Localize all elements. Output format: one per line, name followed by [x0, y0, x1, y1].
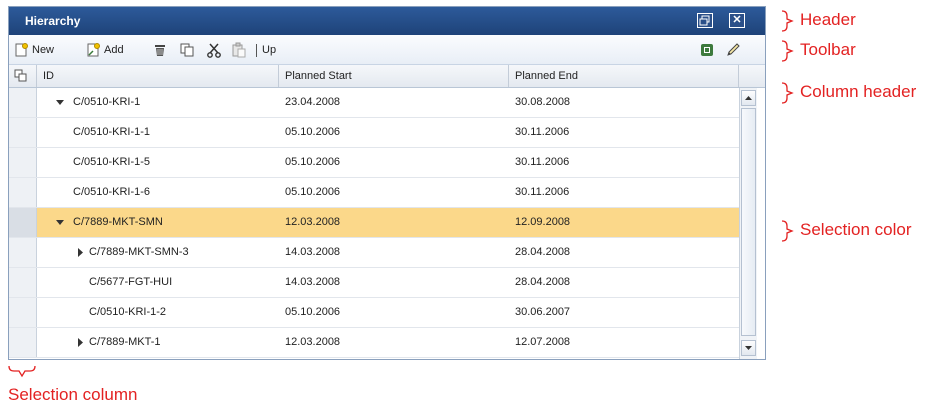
- cell-planned-start: 14.03.2008: [285, 276, 341, 288]
- cell-id: C/7889-MKT-SMN-3: [89, 246, 189, 258]
- cell-planned-end: 30.06.2007: [515, 306, 571, 318]
- cell-id: C/0510-KRI-1-1: [73, 126, 151, 138]
- export-icon: [701, 44, 713, 56]
- annotation-selection-color: Selection color: [800, 220, 912, 239]
- toolbar-brace: [781, 40, 794, 62]
- expand-collapse-icon[interactable]: [55, 208, 65, 237]
- column-settings-icon: [14, 69, 27, 82]
- cell-planned-end: 12.09.2008: [515, 216, 571, 228]
- delete-icon: [155, 45, 165, 56]
- column-header: ID Planned Start Planned End: [9, 65, 765, 88]
- edit-button[interactable]: [725, 42, 744, 58]
- cell-planned-end: 28.04.2008: [515, 276, 571, 288]
- annotation-column-header: Column header: [800, 82, 917, 101]
- window-header: Hierarchy ✕: [9, 7, 765, 35]
- annotation-selection-column: Selection column: [8, 385, 138, 404]
- cell-planned-start: 23.04.2008: [285, 96, 341, 108]
- table-row[interactable]: C/0510-KRI-1-5 05.10.2006 30.11.2006: [9, 148, 739, 178]
- add-button[interactable]: Add: [85, 42, 124, 58]
- select-all-button[interactable]: [9, 65, 37, 87]
- selection-color-brace: [781, 220, 794, 242]
- cell-planned-end: 30.08.2008: [515, 96, 571, 108]
- annotation-toolbar: Toolbar: [800, 40, 856, 59]
- scrollbar-thumb[interactable]: [741, 108, 756, 336]
- delete-button[interactable]: [152, 42, 171, 58]
- new-icon: [15, 43, 28, 57]
- add-icon: [87, 43, 100, 57]
- selection-column-brace: [8, 365, 36, 378]
- row-selector[interactable]: [9, 118, 37, 147]
- cell-planned-start: 05.10.2006: [285, 306, 341, 318]
- annotation-header: Header: [800, 10, 856, 29]
- cell-planned-end: 30.11.2006: [515, 126, 570, 138]
- toolbar-separator: [256, 44, 257, 57]
- paste-icon: [232, 42, 246, 58]
- cell-id: C/0510-KRI-1-6: [73, 186, 151, 198]
- table-row[interactable]: C/7889-MKT-SMN-3 14.03.2008 28.04.2008: [9, 238, 739, 268]
- cell-planned-start: 12.03.2008: [285, 216, 341, 228]
- up-label: Up: [262, 44, 277, 56]
- vertical-scrollbar[interactable]: [739, 88, 757, 359]
- table-body: C/0510-KRI-1 23.04.2008 30.08.2008 C/0510-K…: [9, 88, 739, 359]
- row-selector[interactable]: [9, 88, 37, 117]
- table-row[interactable]: C/0510-KRI-1-6 05.10.2006 30.11.2006: [9, 178, 739, 208]
- hierarchy-table: ID Planned Start Planned End C/0510-KRI-…: [9, 65, 765, 359]
- row-selector[interactable]: [9, 328, 37, 357]
- cell-planned-start: 05.10.2006: [285, 156, 341, 168]
- cell-planned-end: 30.11.2006: [515, 156, 570, 168]
- table-row[interactable]: C/0510-KRI-1-1 05.10.2006 30.11.2006: [9, 118, 739, 148]
- cell-id: C/7889-MKT-SMN: [73, 216, 163, 228]
- edit-icon: [727, 43, 740, 56]
- column-planned-start[interactable]: Planned Start: [279, 65, 509, 87]
- cell-id: C/0510-KRI-1-5: [73, 156, 151, 168]
- export-button[interactable]: [699, 42, 718, 58]
- cell-planned-end: 12.07.2008: [515, 336, 571, 348]
- cut-button[interactable]: [206, 42, 225, 58]
- table-row[interactable]: C/0510-KRI-1-2 05.10.2006 30.06.2007: [9, 298, 739, 328]
- restore-icon[interactable]: [697, 13, 713, 28]
- row-selector[interactable]: [9, 298, 37, 327]
- table-row[interactable]: C/7889-MKT-SMN 12.03.2008 12.09.2008: [9, 208, 739, 238]
- row-selector[interactable]: [9, 238, 37, 267]
- add-label: Add: [104, 44, 124, 56]
- cell-id: C/7889-MKT-1: [89, 336, 161, 348]
- header-brace: [781, 10, 794, 32]
- expand-icon[interactable]: [75, 328, 85, 357]
- table-row[interactable]: C/0510-KRI-1 23.04.2008 30.08.2008: [9, 88, 739, 118]
- column-id[interactable]: ID: [37, 65, 279, 87]
- row-selector[interactable]: [9, 208, 37, 237]
- column-planned-end[interactable]: Planned End: [509, 65, 739, 87]
- table-row[interactable]: C/7889-MKT-1 12.03.2008 12.07.2008: [9, 328, 739, 358]
- window-title: Hierarchy: [25, 14, 81, 28]
- row-selector[interactable]: [9, 268, 37, 297]
- paste-button[interactable]: [231, 42, 250, 58]
- column-header-brace: [781, 82, 794, 104]
- cell-planned-start: 12.03.2008: [285, 336, 341, 348]
- up-button[interactable]: Up: [262, 42, 276, 58]
- cell-planned-start: 14.03.2008: [285, 246, 341, 258]
- expand-icon[interactable]: [75, 238, 85, 267]
- cut-icon: [207, 43, 221, 58]
- cell-id: C/0510-KRI-1: [73, 96, 141, 108]
- expand-collapse-icon[interactable]: [55, 88, 65, 117]
- new-button[interactable]: New: [13, 42, 54, 58]
- new-label: New: [32, 44, 55, 56]
- copy-icon: [180, 43, 194, 57]
- cell-planned-end: 28.04.2008: [515, 246, 571, 258]
- row-selector[interactable]: [9, 178, 37, 207]
- hierarchy-window: Hierarchy ✕ New Add Up ID Planned Start …: [8, 6, 766, 360]
- table-row[interactable]: C/5677-FGT-HUI 14.03.2008 28.04.2008: [9, 268, 739, 298]
- copy-button[interactable]: [179, 42, 198, 58]
- toolbar: New Add Up: [9, 35, 765, 65]
- scroll-down-button[interactable]: [741, 340, 756, 356]
- cell-planned-end: 30.11.2006: [515, 186, 570, 198]
- scroll-up-button[interactable]: [741, 90, 756, 106]
- close-icon[interactable]: ✕: [729, 13, 745, 28]
- row-selector[interactable]: [9, 148, 37, 177]
- cell-id: C/5677-FGT-HUI: [89, 276, 173, 288]
- cell-planned-start: 05.10.2006: [285, 126, 341, 138]
- cell-planned-start: 05.10.2006: [285, 186, 341, 198]
- cell-id: C/0510-KRI-1-2: [89, 306, 167, 318]
